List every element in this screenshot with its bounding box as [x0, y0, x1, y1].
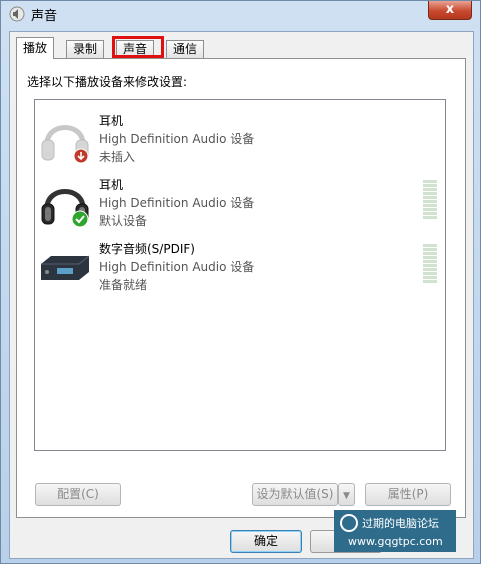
device-description: High Definition Audio 设备 — [99, 260, 255, 274]
sound-dialog-window: 声音 x 播放 录制 声音 通信 选择以下播放设备来修改设置: 耳机 High … — [0, 0, 481, 564]
device-item-digital-audio[interactable]: 数字音频(S/PDIF) High Definition Audio 设备 准备… — [35, 236, 445, 300]
window-title: 声音 — [31, 9, 58, 24]
tab-communications[interactable]: 通信 — [166, 40, 205, 58]
device-description: High Definition Audio 设备 — [99, 132, 255, 146]
device-name: 数字音频(S/PDIF) — [99, 242, 195, 256]
device-status: 准备就绪 — [99, 278, 148, 292]
volume-level-meter — [423, 180, 437, 220]
set-default-dropdown[interactable]: ▼ — [338, 483, 355, 506]
site-watermark: 过期的电脑论坛 www.gqgtpc.com — [334, 510, 456, 552]
chevron-down-icon: ▼ — [343, 491, 350, 501]
watermark-logo-icon — [340, 514, 358, 532]
speaker-icon — [9, 6, 25, 22]
instruction-label: 选择以下播放设备来修改设置: — [27, 75, 188, 89]
configure-button[interactable]: 配置(C) — [35, 483, 121, 506]
volume-level-meter — [423, 244, 437, 284]
digital-audio-device-icon — [41, 255, 90, 280]
device-name: 耳机 — [99, 178, 124, 192]
device-name: 耳机 — [99, 114, 124, 128]
device-list[interactable]: 耳机 High Definition Audio 设备 未插入 耳机 High … — [34, 99, 446, 451]
tab-strip: 播放 录制 声音 通信 — [16, 36, 466, 59]
tab-recording[interactable]: 录制 — [66, 40, 105, 58]
device-description: High Definition Audio 设备 — [99, 196, 255, 210]
device-status: 默认设备 — [99, 214, 148, 228]
device-item-headphones-unplugged[interactable]: 耳机 High Definition Audio 设备 未插入 — [35, 108, 445, 172]
device-item-headphones-default[interactable]: 耳机 High Definition Audio 设备 默认设备 — [35, 172, 445, 236]
green-checkmark-icon — [71, 210, 89, 228]
title-bar[interactable]: 声音 x — [1, 1, 480, 27]
playback-tab-panel: 选择以下播放设备来修改设置: 耳机 High Definition Audio … — [16, 58, 466, 518]
properties-button[interactable]: 属性(P) — [365, 483, 451, 506]
tab-sounds[interactable]: 声音 — [116, 40, 155, 58]
ok-button[interactable]: 确定 — [230, 530, 302, 553]
watermark-url: www.gqgtpc.com — [348, 535, 443, 548]
tab-playback[interactable]: 播放 — [16, 37, 55, 59]
device-status: 未插入 — [99, 150, 136, 164]
close-button[interactable]: x — [428, 1, 472, 20]
dialog-client-area: 播放 录制 声音 通信 选择以下播放设备来修改设置: 耳机 High Defin… — [9, 31, 474, 559]
watermark-title: 过期的电脑论坛 — [362, 517, 439, 530]
unplugged-down-arrow-icon — [73, 148, 89, 164]
set-default-button[interactable]: 设为默认值(S) — [252, 483, 338, 506]
